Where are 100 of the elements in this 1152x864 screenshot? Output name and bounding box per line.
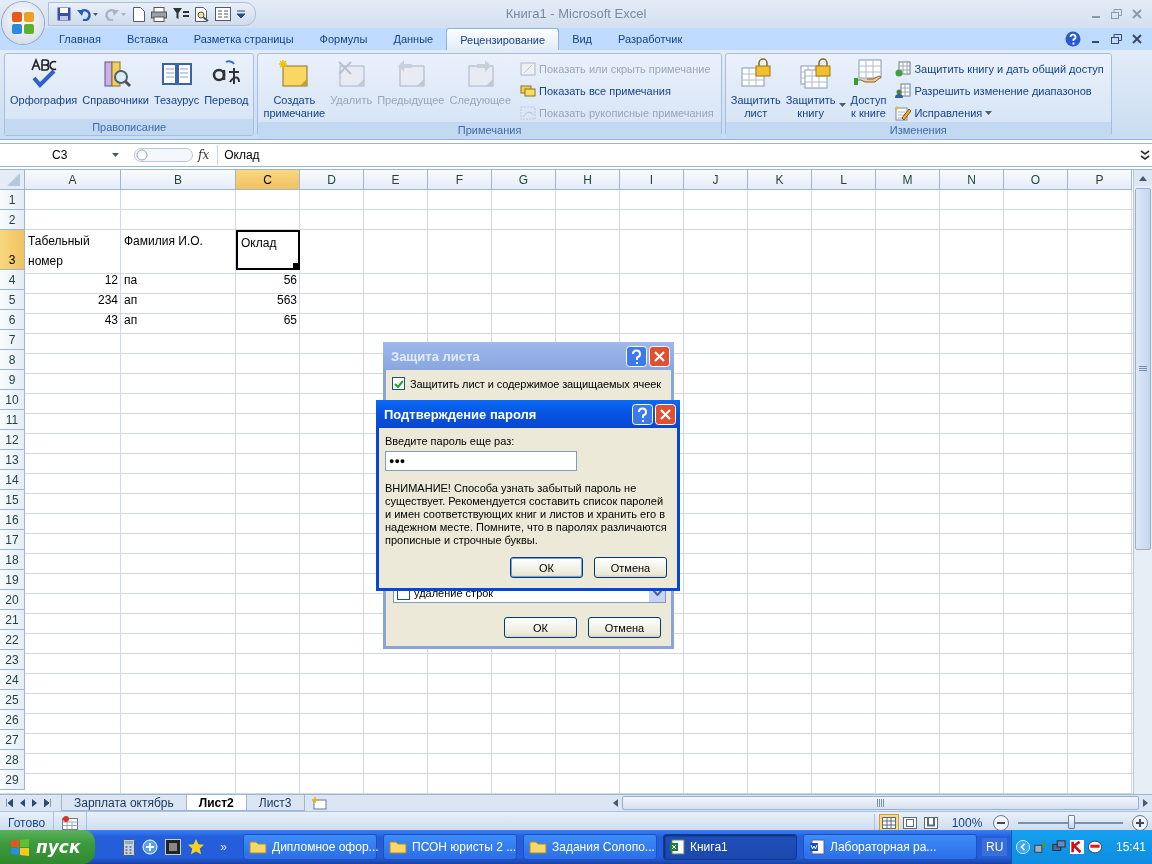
table-cell[interactable]: Фамилия И.О.	[121, 230, 236, 270]
column-header[interactable]: D	[300, 170, 364, 190]
row-header[interactable]: 27	[0, 730, 25, 750]
table-cell[interactable]: ап	[121, 290, 236, 310]
taskbar-button[interactable]: Лабораторная ра...	[803, 834, 977, 860]
row-header[interactable]: 26	[0, 710, 25, 730]
sheet-tab[interactable]: Лист3	[245, 795, 305, 811]
ribbon-tab[interactable]: Данные	[380, 28, 447, 50]
sheet-tab[interactable]: Зарплата октябрь	[61, 795, 187, 811]
column-header[interactable]: E	[364, 170, 428, 190]
row-header[interactable]: 29	[0, 770, 25, 790]
start-button[interactable]: пуск	[0, 830, 95, 864]
row-header[interactable]: 1	[0, 190, 25, 210]
table-cell[interactable]: 65	[236, 310, 300, 330]
column-header[interactable]: I	[620, 170, 684, 190]
column-header[interactable]: O	[1004, 170, 1068, 190]
column-header[interactable]: M	[876, 170, 940, 190]
ribbon-button[interactable]: Доступ к книге	[848, 56, 889, 122]
ribbon-tab[interactable]: Главная	[46, 28, 114, 50]
ribbon-button[interactable]: Справочники	[80, 56, 151, 119]
dialog-button[interactable]: Отмена	[588, 617, 661, 638]
ribbon-button[interactable]: Тезаурус	[151, 56, 202, 119]
row-header[interactable]: 28	[0, 750, 25, 770]
row-header[interactable]: 11	[0, 410, 25, 430]
column-header[interactable]: A	[25, 170, 121, 190]
field-label: Введите пароль еще раз:	[384, 434, 516, 449]
column-header[interactable]: N	[940, 170, 1004, 190]
ribbon-button[interactable]: Исправления	[893, 103, 1106, 122]
column-header[interactable]: F	[428, 170, 492, 190]
row-header[interactable]: 6	[0, 310, 25, 330]
column-header[interactable]: K	[748, 170, 812, 190]
window-title: Книга1 - Microsoft Excel	[505, 6, 647, 21]
password-field[interactable]: ●●●	[385, 451, 577, 471]
ribbon-button[interactable]: Защитить книгу и дать общий доступ	[893, 59, 1106, 78]
sheet-tab[interactable]: Лист2	[185, 795, 247, 811]
row-header[interactable]: 9	[0, 370, 25, 390]
row-header[interactable]: 25	[0, 690, 25, 710]
ribbon-tab[interactable]: Формулы	[306, 28, 381, 50]
ribbon-button[interactable]: Перевод	[202, 56, 251, 119]
ribbon-button[interactable]: Показать все примечания	[518, 81, 716, 100]
row-header[interactable]: 10	[0, 390, 25, 410]
row-header[interactable]: 15	[0, 490, 25, 510]
taskbar-button[interactable]: Книга1	[663, 834, 797, 860]
row-header[interactable]: 18	[0, 550, 25, 570]
table-cell[interactable]: 43	[25, 310, 121, 330]
zoom-level[interactable]: 100%	[947, 816, 987, 830]
row-header[interactable]: 4	[0, 270, 25, 290]
ribbon-tab[interactable]: Вставка	[113, 28, 181, 50]
ribbon-button[interactable]: Защитить книгу	[783, 56, 848, 122]
row-header[interactable]: 7	[0, 330, 25, 350]
column-header[interactable]: L	[812, 170, 876, 190]
ribbon-tab[interactable]: Рецензирование	[446, 28, 560, 50]
column-header[interactable]: P	[1068, 170, 1132, 190]
insert-function-button[interactable]: fx	[198, 148, 210, 162]
taskbar-button[interactable]: Задания Солопо...	[523, 834, 657, 860]
dialog-button[interactable]: ОК	[510, 557, 583, 578]
table-cell[interactable]: 56	[236, 270, 300, 290]
row-header[interactable]: 24	[0, 670, 25, 690]
dialog-button[interactable]: ОК	[504, 617, 577, 638]
table-cell[interactable]: 12	[25, 270, 121, 290]
dialog-button[interactable]: Отмена	[594, 557, 667, 578]
language-indicator[interactable]: RU	[982, 838, 1008, 856]
row-header[interactable]: 2	[0, 210, 25, 230]
table-cell[interactable]: 563	[236, 290, 300, 310]
ribbon-button[interactable]: Разрешить изменение диапазонов	[893, 81, 1106, 100]
table-cell[interactable]: 234	[25, 290, 121, 310]
column-header[interactable]: G	[492, 170, 556, 190]
row-header[interactable]: 13	[0, 450, 25, 470]
taskbar-button[interactable]: ПСОН юристы 2 ...	[383, 834, 517, 860]
row-header[interactable]: 16	[0, 510, 25, 530]
row-header[interactable]: 17	[0, 530, 25, 550]
column-header[interactable]: C	[236, 170, 300, 190]
ribbon-tab[interactable]: Разработчик	[605, 28, 696, 50]
column-header[interactable]: B	[121, 170, 236, 190]
column-header[interactable]: H	[556, 170, 620, 190]
ribbon-button[interactable]: Защитить лист	[728, 56, 783, 122]
column-header[interactable]: J	[684, 170, 748, 190]
row-header[interactable]: 23	[0, 650, 25, 670]
show-more-button[interactable]: »	[220, 840, 227, 854]
ribbon-tab[interactable]: Вид	[559, 28, 606, 50]
group-title: Изменения	[725, 122, 1111, 138]
ribbon-button[interactable]: Создать примечание	[261, 56, 328, 122]
table-cell[interactable]: ап	[121, 310, 236, 330]
table-cell[interactable]: па	[121, 270, 236, 290]
ribbon-button[interactable]: Орфография	[8, 56, 80, 119]
row-header[interactable]: 22	[0, 630, 25, 650]
row-header[interactable]: 8	[0, 350, 25, 370]
row-header[interactable]: 19	[0, 570, 25, 590]
row-header[interactable]: 21	[0, 610, 25, 630]
row-header[interactable]: 20	[0, 590, 25, 610]
row-header[interactable]: 12	[0, 430, 25, 450]
table-cell[interactable]: Табельный номер	[25, 230, 121, 270]
row-header[interactable]: 5	[0, 290, 25, 310]
ribbon-tab[interactable]: Разметка страницы	[180, 28, 307, 50]
formula-field[interactable]: Оклад	[217, 145, 1138, 165]
row-header[interactable]: 14	[0, 470, 25, 490]
table-cell[interactable]: Оклад	[236, 230, 300, 270]
row-header[interactable]: 3	[0, 230, 25, 270]
taskbar-button[interactable]: Дипломное офор...	[243, 834, 377, 860]
protect-sheet-checkbox[interactable]: Защитить лист и содержимое защищаемых ячеек	[386, 370, 671, 397]
